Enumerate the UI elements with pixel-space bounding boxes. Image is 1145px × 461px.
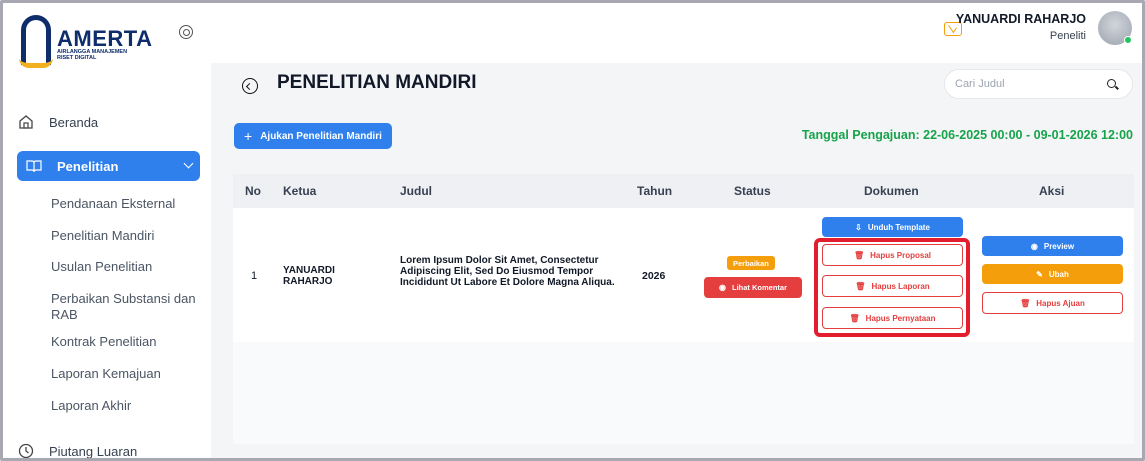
lihat-komentar-label: Lihat Komentar [731, 283, 787, 292]
search-box [944, 69, 1133, 99]
penelitian-table: No Ketua Judul Tahun Status Dokumen Aksi… [233, 174, 1134, 444]
sidebar: AMERTA AIRLANGGA MANAJEMEN RISET DIGITAL… [3, 3, 211, 461]
eye-icon: ◉ [1030, 241, 1038, 251]
eye-icon: ◉ [719, 283, 726, 292]
hapus-proposal-button[interactable]: 🗑 Hapus Proposal [822, 244, 963, 266]
search-icon[interactable] [1107, 79, 1116, 88]
amerta-logo[interactable]: AMERTA AIRLANGGA MANAJEMEN RISET DIGITAL [17, 11, 167, 71]
ajukan-penelitian-label: Ajukan Penelitian Mandiri [260, 130, 382, 142]
hapus-laporan-button[interactable]: 🗑 Hapus Laporan [822, 275, 963, 297]
sidebar-item-beranda[interactable]: Beranda [17, 107, 98, 137]
trash-icon: 🗑 [1020, 298, 1031, 308]
home-icon [17, 113, 35, 131]
table-header: No Ketua Judul Tahun Status Dokumen Aksi [233, 174, 1134, 208]
sidebar-subitem-pendanaan-eksternal[interactable]: Pendanaan Eksternal [51, 196, 201, 212]
header-status: Status [734, 184, 771, 198]
sidebar-subitem-perbaikan-substansi[interactable]: Perbaikan Substansi dan RAB [51, 291, 201, 323]
header-judul: Judul [400, 184, 432, 198]
lihat-komentar-button[interactable]: ◉ Lihat Komentar [704, 277, 802, 298]
periode-pengajuan: Tanggal Pengajuan: 22-06-2025 00:00 - 09… [801, 128, 1133, 142]
search-input[interactable] [955, 76, 1095, 92]
unduh-template-button[interactable]: ⇩ Unduh Template [822, 217, 963, 237]
trash-icon: 🗑 [855, 281, 866, 291]
sidebar-subitem-laporan-akhir[interactable]: Laporan Akhir [51, 398, 201, 414]
cell-judul: Lorem Ipsum Dolor Sit Amet, Consectetur … [400, 255, 615, 288]
hapus-ajuan-button[interactable]: 🗑 Hapus Ajuan [982, 292, 1123, 314]
header-no: No [245, 184, 261, 198]
user-name: YANUARDI RAHARJO [955, 12, 1086, 26]
book-icon [25, 157, 43, 175]
brand-tagline-2: RISET DIGITAL [57, 55, 97, 61]
header-dokumen: Dokumen [864, 184, 919, 198]
sidebar-item-piutang-luaran[interactable]: Piutang Luaran [17, 436, 137, 461]
cell-tahun: 2026 [642, 270, 666, 282]
cell-no: 1 [251, 270, 258, 282]
edit-icon: ✎ [1036, 269, 1043, 279]
hapus-pernyataan-label: Hapus Pernyataan [865, 313, 936, 323]
online-status-icon [1124, 36, 1132, 44]
ubah-button[interactable]: ✎ Ubah [982, 264, 1123, 284]
ubah-label: Ubah [1048, 269, 1069, 279]
sidebar-subitem-usulan-penelitian[interactable]: Usulan Penelitian [51, 259, 201, 275]
trash-icon: 🗑 [849, 313, 860, 323]
top-bar: YANUARDI RAHARJO Peneliti [211, 3, 1142, 63]
sidebar-subitem-laporan-kemajuan[interactable]: Laporan Kemajuan [51, 366, 201, 382]
sidebar-subitem-penelitian-mandiri[interactable]: Penelitian Mandiri [51, 228, 201, 244]
logo-arc [19, 58, 53, 68]
ajukan-penelitian-button[interactable]: + Ajukan Penelitian Mandiri [234, 123, 392, 149]
header-tahun: Tahun [637, 184, 673, 198]
header-aksi: Aksi [1039, 184, 1065, 198]
preview-label: Preview [1043, 241, 1075, 251]
user-role: Peneliti [1049, 30, 1086, 42]
status-badge: Perbaikan [727, 256, 775, 270]
hapus-proposal-label: Hapus Proposal [870, 250, 932, 260]
plus-icon: + [244, 128, 253, 144]
hapus-laporan-label: Hapus Laporan [871, 281, 930, 291]
unduh-template-label: Unduh Template [867, 222, 930, 232]
preview-button[interactable]: ◉ Preview [982, 236, 1123, 256]
sidebar-toggle-icon[interactable] [179, 25, 193, 39]
trash-icon: 🗑 [853, 250, 865, 260]
hapus-pernyataan-button[interactable]: 🗑 Hapus Pernyataan [822, 307, 963, 329]
back-arrow-icon[interactable] [242, 78, 258, 94]
download-icon: ⇩ [855, 222, 862, 232]
sidebar-item-label: Penelitian [57, 158, 119, 174]
cell-ketua-line2: RAHARJO [283, 276, 333, 287]
table-row: 1 YANUARDI RAHARJO Lorem Ipsum Dolor Sit… [233, 208, 1134, 342]
sidebar-item-penelitian[interactable]: Penelitian [17, 151, 200, 181]
page-title: PENELITIAN MANDIRI [277, 72, 477, 93]
sidebar-item-label: Beranda [49, 114, 99, 130]
hapus-ajuan-label: Hapus Ajuan [1036, 298, 1085, 308]
sidebar-subitem-kontrak-penelitian[interactable]: Kontrak Penelitian [51, 334, 201, 350]
header-ketua: Ketua [283, 184, 317, 198]
clock-icon [17, 442, 35, 460]
cell-ketua-line1: YANUARDI [283, 265, 335, 276]
sidebar-item-label: Piutang Luaran [49, 443, 138, 459]
chevron-down-icon [183, 158, 194, 169]
